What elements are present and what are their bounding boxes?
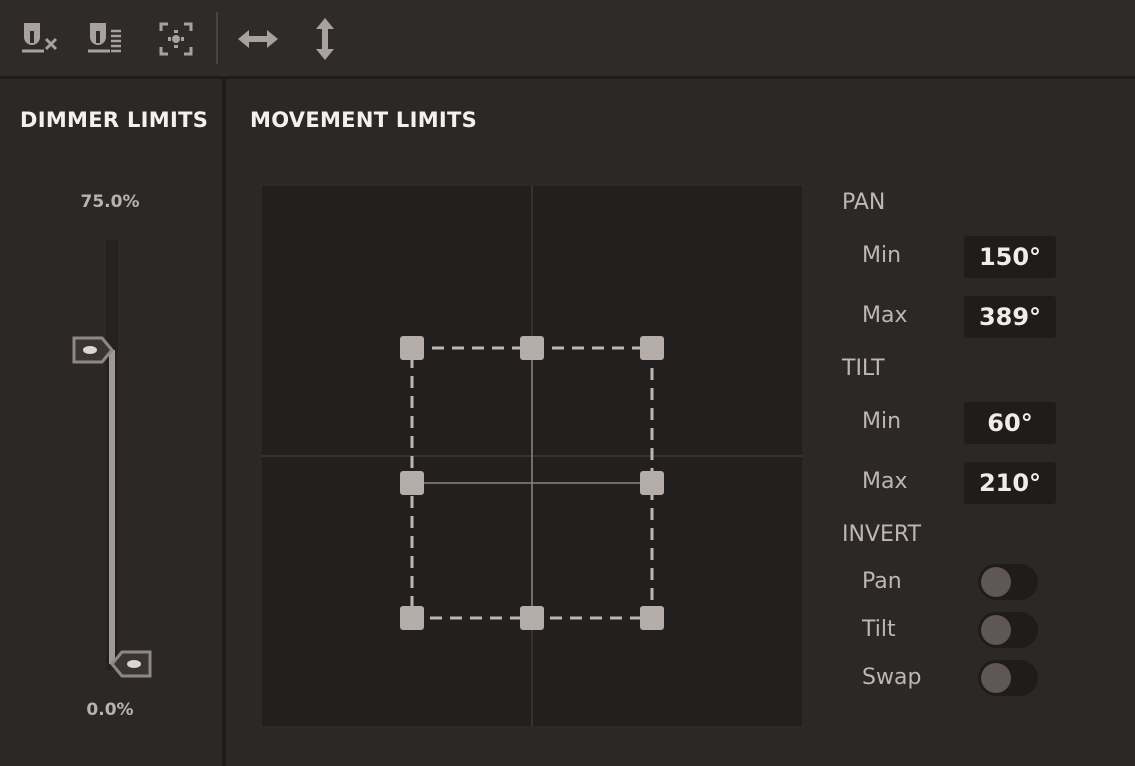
invert-swap-label: Swap [862,665,922,690]
pan-arrows-icon [238,30,278,48]
dimmer-limits-title: DIMMER LIMITS [20,108,209,132]
pan-heading: PAN [842,190,886,215]
corner-handle-bottom-right [640,606,664,630]
center-focus-button[interactable] [154,17,198,61]
handle-pointer-right-icon [72,336,114,364]
corner-handle-top-left [400,336,424,360]
dimmer-levels-button[interactable] [84,17,128,61]
tilt-max-label: Max [862,469,908,494]
tilt-arrows-icon [316,18,334,60]
edge-handle-right [640,471,664,495]
panel-divider [222,79,226,766]
center-focus-icon [159,22,193,56]
tilt-min-label: Min [862,409,902,434]
invert-swap-toggle[interactable] [978,660,1038,696]
pan-arrows-button[interactable] [236,17,280,61]
corner-handle-top-right [640,336,664,360]
tilt-arrows-button[interactable] [303,17,347,61]
dimmer-off-icon [22,23,58,53]
movement-limits-title: MOVEMENT LIMITS [250,108,478,132]
pan-min-label: Min [862,243,902,268]
pan-tilt-area[interactable] [262,186,802,726]
tilt-max-field[interactable]: 210° [964,462,1056,504]
tilt-heading: TILT [842,356,885,381]
edge-handle-top [520,336,544,360]
tilt-min-field[interactable]: 60° [964,402,1056,444]
toggle-knob [981,567,1011,597]
pan-max-field[interactable]: 389° [964,296,1056,338]
edge-handle-left [400,471,424,495]
invert-heading: INVERT [842,522,922,547]
dimmer-max-handle[interactable] [72,336,116,368]
corner-handle-bottom-left [400,606,424,630]
dimmer-max-label: 75.0% [80,192,140,212]
dimmer-levels-icon [88,23,121,53]
invert-pan-toggle[interactable] [978,564,1038,600]
toolbar-separator [216,12,218,64]
toggle-knob [981,615,1011,645]
dimmer-min-handle[interactable] [108,650,152,682]
dimmer-min-label: 0.0% [86,700,134,720]
handle-pointer-left-icon [110,650,152,678]
pan-min-field[interactable]: 150° [964,236,1056,278]
invert-tilt-label: Tilt [862,617,896,642]
edge-handle-bottom [520,606,544,630]
pan-tilt-canvas [262,186,802,726]
dimmer-range-fill [109,349,115,664]
toggle-knob [981,663,1011,693]
invert-tilt-toggle[interactable] [978,612,1038,648]
toolbar [0,0,1135,79]
dimmer-off-button[interactable] [18,17,62,61]
invert-pan-label: Pan [862,569,902,594]
pan-max-label: Max [862,303,908,328]
